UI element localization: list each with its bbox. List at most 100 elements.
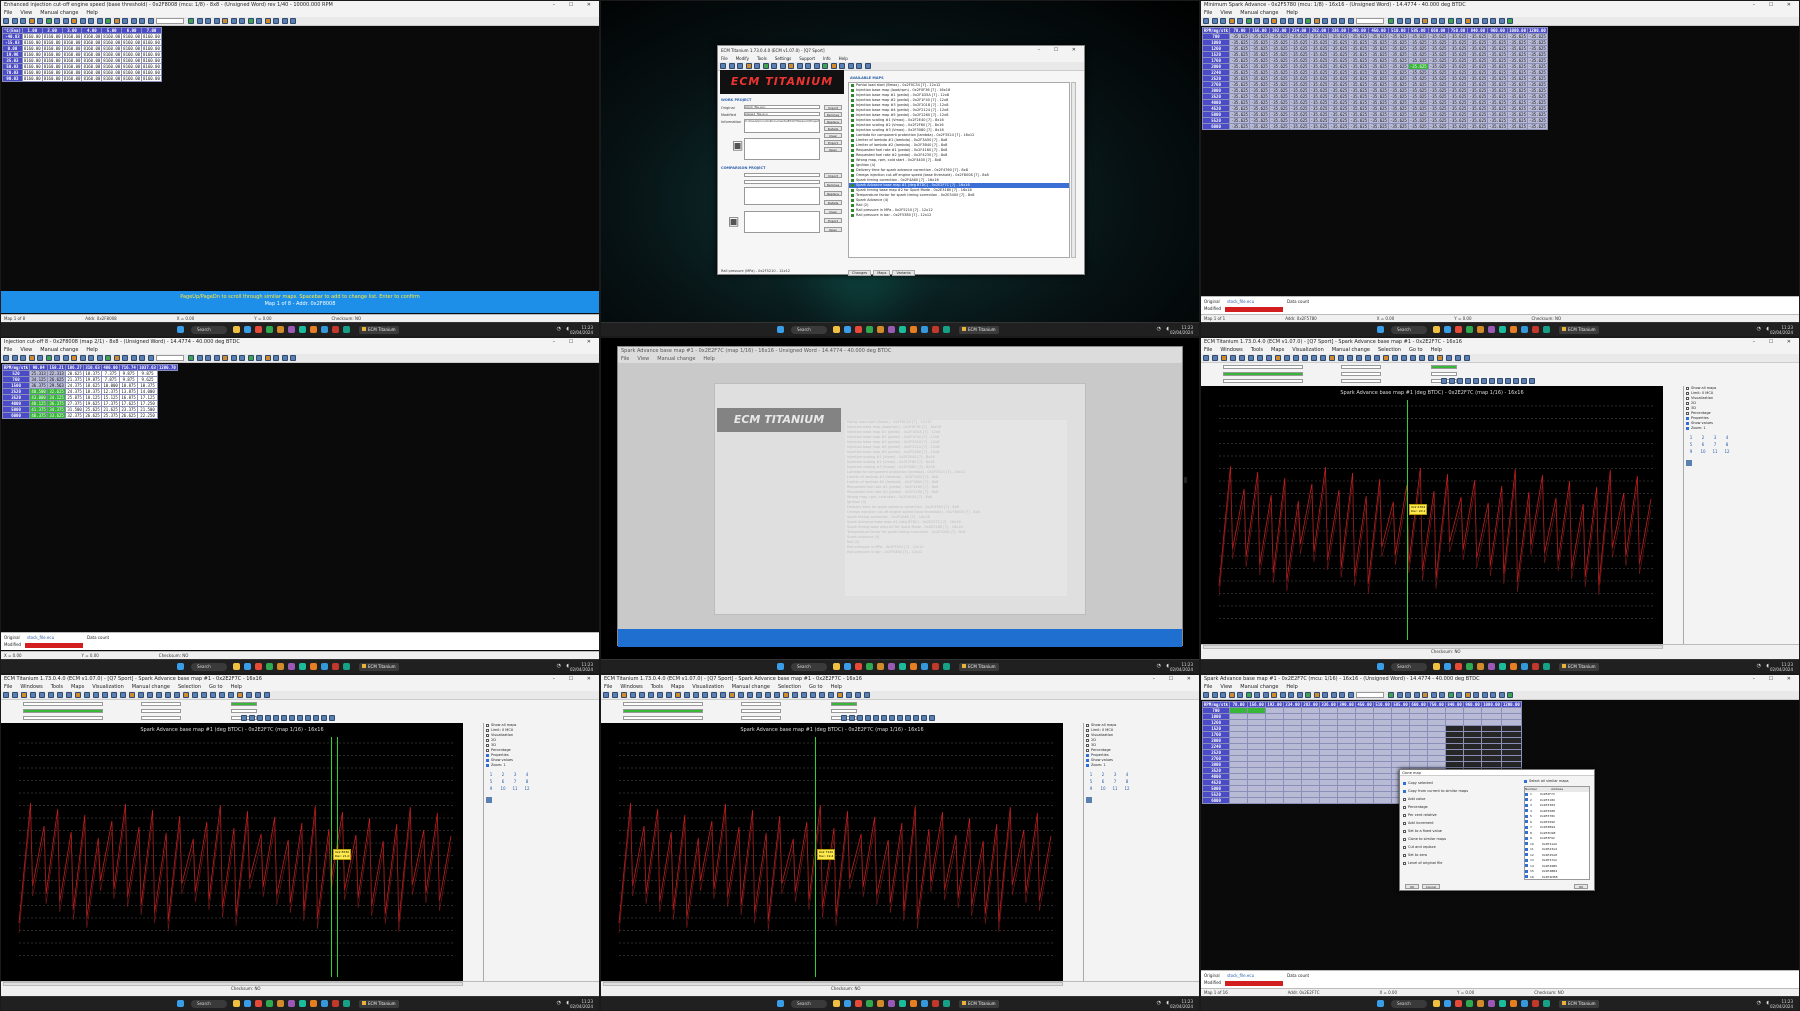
toolbar-button-icon[interactable]: [1439, 692, 1445, 698]
table-cell[interactable]: -35.625: [1526, 33, 1548, 40]
option-checkbox[interactable]: [1686, 411, 1689, 415]
table-cell[interactable]: 21.500: [137, 406, 158, 413]
table-cell[interactable]: -35.625: [1348, 81, 1370, 88]
app-icon[interactable]: [310, 1000, 317, 1007]
toolbar-button-icon[interactable]: [130, 18, 137, 24]
table-cell[interactable]: -35.625: [1507, 57, 1528, 64]
table-cell[interactable]: -35.625: [1407, 33, 1429, 40]
toolbar-button-icon[interactable]: [201, 692, 207, 698]
app-icon[interactable]: [1543, 1000, 1550, 1007]
project-button[interactable]: Export: [824, 140, 842, 145]
modified-file-field[interactable]: stage1_file.ecu: [744, 112, 820, 116]
menu-item[interactable]: Manual change: [132, 684, 170, 690]
table-cell[interactable]: -35.625: [1268, 105, 1290, 112]
table-cell[interactable]: 17.375: [101, 400, 121, 407]
app-icon[interactable]: [1499, 326, 1506, 333]
table-cell[interactable]: -35.625: [1507, 123, 1528, 130]
toolbar-button-icon[interactable]: [1481, 692, 1488, 698]
toolbar-button-icon[interactable]: [657, 692, 663, 698]
toolbar-button-icon[interactable]: [237, 692, 243, 698]
params-toolbar-icon[interactable]: [1449, 378, 1455, 384]
app-icon[interactable]: [943, 663, 950, 670]
toolbar-button-icon[interactable]: [1498, 692, 1505, 698]
menu-item[interactable]: Help: [1286, 684, 1297, 690]
toolbar-button-icon[interactable]: [1422, 692, 1428, 698]
project-button[interactable]: Open: [824, 147, 842, 152]
param-field-2[interactable]: [831, 709, 857, 713]
teams-icon[interactable]: [288, 1000, 295, 1007]
toolbar-button-icon[interactable]: [1302, 355, 1308, 361]
cursor-line[interactable]: [815, 737, 816, 977]
comparison-button[interactable]: Clear: [824, 209, 842, 214]
table-cell[interactable]: 8160.00: [141, 51, 162, 58]
toolbar-button-icon[interactable]: [264, 355, 271, 361]
map-number-12[interactable]: 12: [1122, 786, 1132, 791]
table-cell[interactable]: 8160.00: [101, 57, 123, 64]
table-cell[interactable]: -35.625: [1368, 63, 1389, 70]
table-cell[interactable]: 23.375: [119, 406, 139, 413]
toolbar-button-icon[interactable]: [105, 18, 111, 24]
param-field-2[interactable]: [231, 702, 257, 706]
map-number-10[interactable]: 10: [498, 786, 508, 791]
map-number-1[interactable]: 1: [1686, 435, 1696, 440]
params-toolbar-icon[interactable]: [1497, 378, 1503, 384]
toolbar-button-icon[interactable]: [188, 18, 194, 24]
toolbar-button-icon[interactable]: [290, 18, 296, 24]
teams-icon[interactable]: [288, 326, 295, 333]
toolbar-button-icon[interactable]: [1221, 355, 1227, 361]
toolbar-button-icon[interactable]: [728, 63, 735, 69]
table-cell[interactable]: 17.625: [119, 400, 139, 407]
option-checkbox[interactable]: [1686, 391, 1689, 395]
app-icon[interactable]: [943, 1000, 950, 1007]
table-cell[interactable]: 36.375: [29, 382, 49, 389]
table-cell[interactable]: -35.625: [1427, 81, 1449, 88]
table-cell[interactable]: -35.625: [1467, 111, 1489, 118]
toolbar-button-icon[interactable]: [754, 63, 760, 69]
table-cell[interactable]: -35.625: [1288, 69, 1310, 76]
params-toolbar-icon[interactable]: [881, 715, 887, 721]
table-cell[interactable]: -35.625: [1447, 69, 1469, 76]
table-cell[interactable]: -35.625: [1229, 111, 1250, 118]
table-cell[interactable]: -35.625: [1308, 33, 1330, 40]
window-controls[interactable]: – ☐ ✕: [1753, 675, 1797, 684]
menu-item[interactable]: Windows: [620, 684, 642, 690]
table-cell[interactable]: -35.625: [1229, 33, 1250, 40]
table-cell[interactable]: -35.625: [1248, 75, 1270, 82]
table-cell[interactable]: 26.625: [47, 376, 67, 383]
params-toolbar-icon[interactable]: [1481, 378, 1487, 384]
table-cell[interactable]: -35.625: [1348, 63, 1370, 70]
dialog-option[interactable]: Add increment: [1403, 819, 1523, 827]
mail-icon[interactable]: [277, 326, 284, 333]
table-cell[interactable]: 14.000: [137, 388, 158, 395]
toolbar-button-icon[interactable]: [1339, 18, 1345, 24]
table-cell[interactable]: 8160.00: [121, 33, 143, 40]
chrome-icon[interactable]: [255, 1000, 262, 1007]
table-cell[interactable]: 21.375: [65, 376, 85, 383]
ecm-titanium-taskbar-button[interactable]: ECM Titanium: [1559, 326, 1599, 334]
toolbar-button-icon[interactable]: [839, 63, 845, 69]
params-toolbar-icon[interactable]: [1441, 378, 1447, 384]
table-cell[interactable]: -35.625: [1427, 99, 1449, 106]
teams-icon[interactable]: [1488, 326, 1495, 333]
table-cell[interactable]: 21.625: [101, 406, 121, 413]
table-cell[interactable]: 8160.00: [101, 51, 123, 58]
menu-item[interactable]: Maps: [71, 684, 84, 690]
table-cell[interactable]: -35.625: [1507, 51, 1528, 58]
table-cell[interactable]: -35.625: [1248, 57, 1270, 64]
chrome-icon[interactable]: [855, 663, 862, 670]
params-toolbar-icon[interactable]: [841, 715, 847, 721]
map-number-10[interactable]: 10: [1698, 449, 1708, 454]
toolbar-button-icon[interactable]: [1228, 692, 1235, 698]
mail-icon[interactable]: [1477, 1000, 1484, 1007]
table-cell[interactable]: -35.625: [1268, 93, 1290, 100]
toolbar-button-icon[interactable]: [20, 355, 26, 361]
app-icon[interactable]: [343, 1000, 350, 1007]
toolbar-button-icon[interactable]: [1498, 18, 1505, 24]
table-cell[interactable]: 9.875: [119, 376, 139, 383]
toolbar-button-icon[interactable]: [1428, 355, 1434, 361]
app-icon[interactable]: [899, 663, 906, 670]
table-cell[interactable]: 16.875: [119, 394, 139, 401]
table-cell[interactable]: -35.625: [1526, 39, 1548, 46]
toolbar-button-icon[interactable]: [205, 18, 211, 24]
menu-item[interactable]: Tools: [51, 684, 63, 690]
